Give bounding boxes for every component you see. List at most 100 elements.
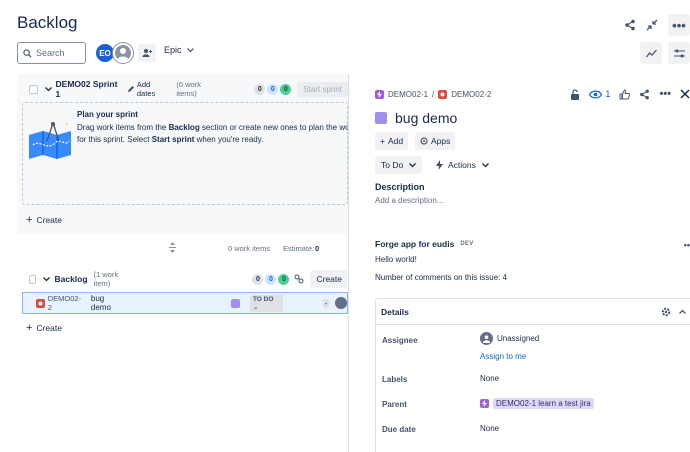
details-header[interactable]: Details [376,299,690,325]
issue-summary: bug demo [90,294,111,312]
bug-icon [438,90,448,99]
header-actions: ••• [624,14,690,36]
add-people-icon[interactable] [138,44,156,62]
backlog-create-link-label: Create [36,323,62,333]
assignee-value[interactable]: Unassigned [480,332,539,345]
insights-icon[interactable] [640,42,662,64]
table-row[interactable]: DEMO02-2 bug demo TO DO ⌄ - [22,292,348,314]
description-field[interactable]: Add a description... [375,196,443,205]
apps-button-label: Apps [431,136,451,146]
watchers-count: 1 [605,89,611,99]
lock-icon[interactable] [570,88,580,100]
breadcrumb: DEMO02-1 / DEMO02-2 [375,90,491,99]
gear-icon[interactable] [661,307,671,317]
forge-app-title: Forge app for eudis DEV [375,239,476,249]
sprint-count: (0 work items) [176,80,201,98]
more-icon[interactable]: ••• [668,14,690,36]
in-progress-count: 0 [267,83,279,95]
issue-key[interactable]: DEMO02-2 [48,294,84,312]
backlog-create-link[interactable]: + Create [26,322,62,334]
add-dates-link[interactable]: Add dates [137,80,169,98]
avatar[interactable]: EO [95,43,115,63]
details-heading: Details [381,306,409,317]
watch-button[interactable]: 1 [589,89,610,99]
todo-count: 0 [254,83,266,95]
sprint-header: DEMO02 Sprint 1 Add dates (0 work items)… [17,79,348,99]
estimate-label: Estimate: [283,244,315,253]
issue-detail-panel: DEMO02-1 / DEMO02-2 1 ••• bug demo + Add [349,74,690,452]
page-title: Backlog [17,13,78,32]
plan-sprint-title: Plan your sprint [77,110,138,119]
more-icon[interactable]: ••• [659,88,671,100]
sprint-create-label: Create [36,215,62,225]
issue-type-icon [375,112,387,124]
sprint-create-button[interactable]: + Create [26,214,62,226]
search-placeholder: Search [36,48,65,58]
link-icon[interactable] [294,274,304,284]
avatar[interactable] [335,297,347,309]
labels-label: Labels [382,375,408,384]
issue-title[interactable]: bug demo [375,110,457,126]
parent-value[interactable]: DEMO02-1 learn a test jira [480,398,594,409]
labels-value[interactable]: None [480,374,499,383]
view-settings-icon[interactable] [668,42,690,64]
chevron-up-icon[interactable] [679,309,686,314]
parent-chip: DEMO02-1 learn a test jira [493,398,594,409]
minimize-icon[interactable] [646,19,658,31]
assign-to-me-link[interactable]: Assign to me [480,352,526,361]
chevron-down-icon [481,162,489,168]
thumbs-up-icon[interactable] [619,88,631,100]
plan-text-part: Drag work items from the [77,123,169,132]
sprint-stats: 0 work items Estimate: 0 [17,242,348,262]
plan-text-bold: Backlog [168,123,200,132]
backlog-create-button[interactable]: Create [310,270,348,288]
avatar-unassigned[interactable] [113,43,133,63]
issue-actions: 1 ••• [570,88,690,100]
chevron-down-icon[interactable] [44,86,52,92]
assignee-label: Assignee [382,336,418,345]
share-icon[interactable] [639,89,650,100]
status-label: To Do [381,160,404,170]
epic-icon [480,399,489,408]
apps-icon [420,137,428,145]
breadcrumb-separator: / [432,90,435,99]
todo-count: 0 [252,273,264,285]
issue-title-text: bug demo [395,110,458,126]
drag-handle-icon[interactable] [168,242,177,253]
add-button[interactable]: + Add [375,132,409,150]
view-options [640,42,690,64]
due-date-label: Due date [382,425,416,434]
breadcrumb-issue[interactable]: DEMO02-2 [451,90,491,99]
forge-app-name: Forge app for eudis [375,239,455,249]
breadcrumb-parent[interactable]: DEMO02-1 [388,90,428,99]
sprint-name: DEMO02 Sprint 1 [55,79,118,99]
share-icon[interactable] [624,19,636,31]
sprint-checkbox[interactable] [29,84,38,94]
forge-hello: Hello world! [375,255,417,264]
search-input[interactable]: Search [17,42,86,64]
map-illustration [29,121,71,159]
start-sprint-button[interactable]: Start sprint [297,81,348,97]
status-text: TO DO [252,295,274,303]
close-icon[interactable] [680,89,690,99]
forge-comments: Number of comments on this issue: 4 [375,273,508,282]
dev-badge: DEV [460,241,474,247]
add-button-label: Add [387,136,404,146]
due-date-value[interactable]: None [480,424,499,433]
status-badge[interactable]: TO DO ⌄ [249,294,283,312]
actions-button[interactable]: Actions [431,156,494,174]
epic-icon [375,90,384,99]
epic-filter-label: Epic [164,45,182,55]
apps-button[interactable]: Apps [415,132,456,150]
chevron-down-icon[interactable] [43,276,51,282]
plan-sprint-text: Drag work items from the Backlog section… [77,122,348,145]
estimate-value: 0 [315,244,320,253]
status-dropdown[interactable]: To Do [375,156,423,174]
estimate-badge[interactable]: - [322,298,330,308]
epic-filter[interactable]: Epic [164,45,194,55]
backlog-checkbox[interactable] [29,274,37,284]
pencil-icon [127,85,135,93]
forge-more-icon[interactable]: •• [684,240,690,250]
plan-text-bold: Start sprint [151,134,195,144]
sprint-drop-area [22,102,348,205]
